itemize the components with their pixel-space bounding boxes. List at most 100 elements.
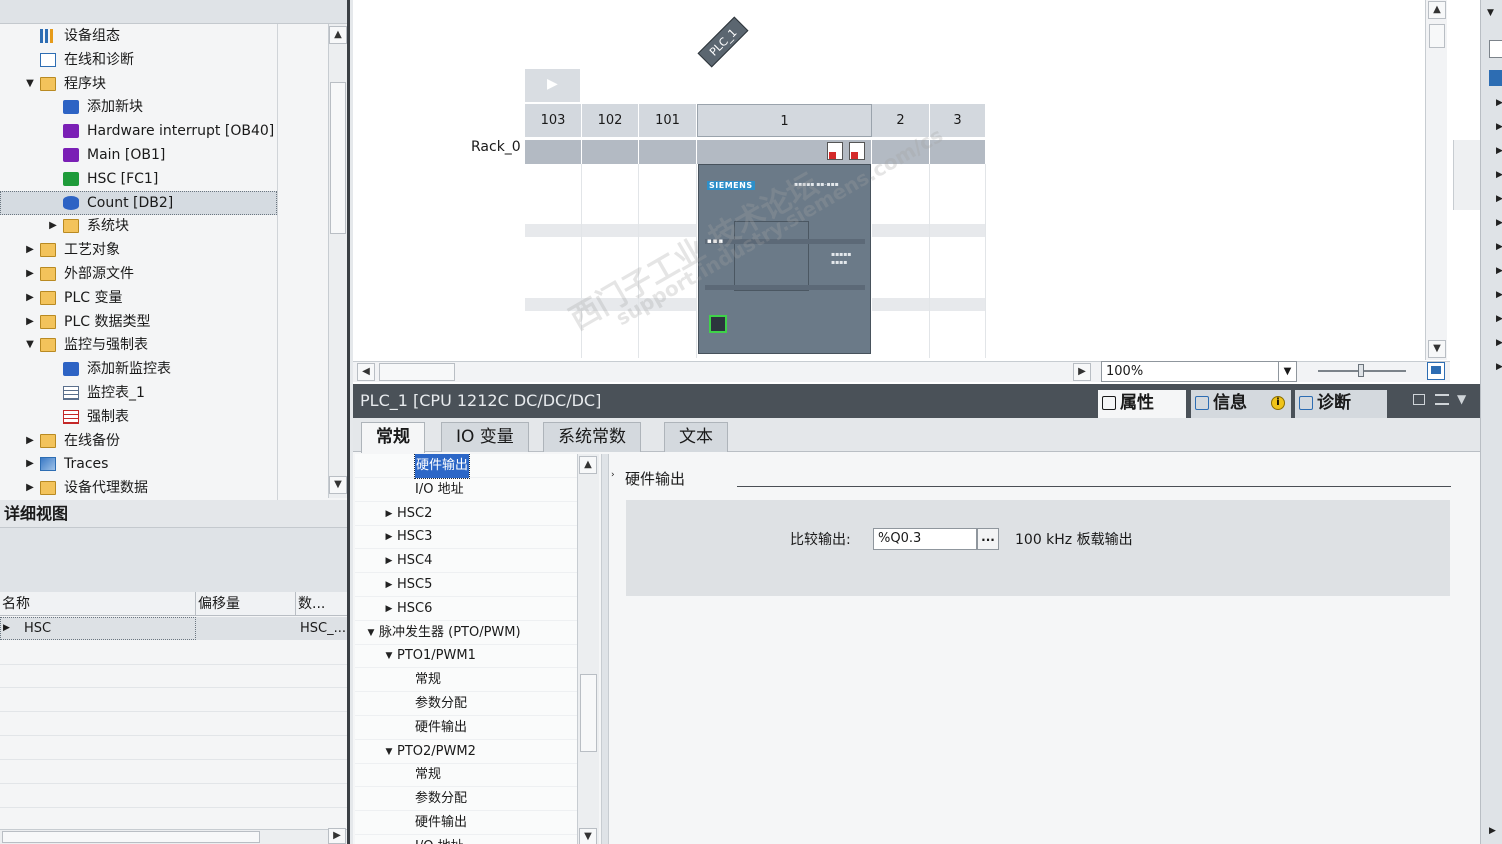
nav-item[interactable]: 硬件输出 xyxy=(355,716,577,740)
zoom-slider[interactable] xyxy=(1318,364,1406,377)
expand-arrow-icon[interactable]: ▶ xyxy=(24,310,36,334)
slot-header[interactable]: 103 xyxy=(525,104,582,137)
zoom-select[interactable]: 100% ▼ xyxy=(1101,361,1297,382)
collapse-window-icon[interactable]: ▼ xyxy=(1457,392,1466,406)
chevron-right-icon[interactable]: › xyxy=(611,470,615,480)
tree-item[interactable]: ▶ PLC 变量 xyxy=(0,286,277,310)
scroll-left-button[interactable]: ◀ xyxy=(357,363,375,381)
expand-arrow-icon[interactable]: ▶ xyxy=(383,502,395,526)
browse-address-button[interactable]: ... xyxy=(977,528,999,550)
tree-item[interactable]: Hardware interrupt [OB40] xyxy=(0,119,277,143)
tree-item[interactable]: Count [DB2] xyxy=(0,190,277,215)
tree-item[interactable]: Main [OB1] xyxy=(0,143,277,167)
slot-header[interactable]: 3 xyxy=(930,104,986,137)
rack-expand-button[interactable]: ▶ xyxy=(525,69,581,102)
checkbox-icon[interactable] xyxy=(1489,70,1502,86)
scroll-up-button[interactable]: ▲ xyxy=(579,456,597,474)
tab-diagnostics[interactable]: 诊断 xyxy=(1295,390,1387,418)
scroll-up-button[interactable]: ▲ xyxy=(329,26,347,44)
hardware-catalog-tab[interactable] xyxy=(1453,140,1480,210)
panel-splitter[interactable] xyxy=(601,454,609,844)
slot-header[interactable]: 102 xyxy=(582,104,639,137)
expand-arrow-icon[interactable]: ▶ xyxy=(24,286,36,310)
expand-arrow-icon[interactable]: ▶ xyxy=(24,476,36,500)
expand-arrow-icon[interactable]: ▶ xyxy=(383,549,395,573)
tab-io-tags[interactable]: IO 变量 xyxy=(441,422,529,452)
tree-item[interactable]: 强制表 xyxy=(0,405,277,429)
navigation-scrollbar[interactable]: ▲ ▼ xyxy=(577,454,599,844)
expand-arrow-icon[interactable]: ▶ xyxy=(24,262,36,286)
empty-slot[interactable] xyxy=(639,164,697,358)
chevron-down-icon[interactable]: ▼ xyxy=(1487,8,1494,18)
expand-arrow-icon[interactable]: ▶ xyxy=(383,597,395,621)
tree-item[interactable]: ▶ PLC 数据类型 xyxy=(0,310,277,334)
nav-item[interactable]: 常规 xyxy=(355,668,577,693)
chevron-right-icon[interactable]: ▶ xyxy=(1489,826,1496,836)
tree-item[interactable]: 监控表_1 xyxy=(0,381,277,405)
empty-slot[interactable] xyxy=(525,164,582,358)
tree-item[interactable]: ▼ 程序块 xyxy=(0,72,277,96)
tree-item[interactable]: ▼ 监控与强制表 xyxy=(0,333,277,357)
nav-item[interactable]: I/O 地址 xyxy=(355,478,577,502)
expand-arrow-icon[interactable]: ▶ xyxy=(47,214,59,238)
tab-info[interactable]: 信息 i xyxy=(1191,390,1291,418)
nav-item[interactable]: ▼ PTO1/PWM1 xyxy=(355,644,577,669)
chevron-right-icon[interactable]: ▶ xyxy=(1496,194,1502,204)
table-row[interactable]: ▶ HSC HSC_... xyxy=(0,617,347,640)
column-name-header[interactable]: 名称 xyxy=(0,592,196,616)
float-window-icon[interactable] xyxy=(1413,394,1425,405)
tree-item[interactable]: 添加新监控表 xyxy=(0,357,277,381)
nav-item[interactable]: ▶ HSC5 xyxy=(355,573,577,597)
detail-horizontal-scrollbar[interactable]: ▶ xyxy=(0,828,347,844)
scroll-thumb[interactable] xyxy=(1429,24,1445,48)
tree-item[interactable]: HSC [FC1] xyxy=(0,167,277,191)
chevron-right-icon[interactable]: ▶ xyxy=(1496,146,1502,156)
maximize-window-icon[interactable] xyxy=(1435,394,1449,405)
empty-slot[interactable] xyxy=(582,164,639,358)
nav-item[interactable]: 硬件输出 xyxy=(355,811,577,835)
collapse-arrow-icon[interactable]: ▼ xyxy=(24,72,36,96)
tree-item[interactable]: ▶ 设备代理数据 xyxy=(0,476,277,500)
nav-item[interactable]: I/O 地址 xyxy=(355,835,577,844)
nav-item[interactable]: ▶ HSC3 xyxy=(355,525,577,550)
empty-slot[interactable] xyxy=(872,164,930,358)
tree-item[interactable]: ▶ 外部源文件 xyxy=(0,262,277,286)
tab-texts[interactable]: 文本 xyxy=(664,422,728,452)
column-data-header[interactable]: 数... xyxy=(296,592,347,616)
nav-item[interactable]: ▶ HSC2 xyxy=(355,502,577,526)
collapse-arrow-icon[interactable]: ▼ xyxy=(24,333,36,357)
scroll-thumb[interactable] xyxy=(330,82,346,234)
nav-item[interactable]: ▼ 脉冲发生器 (PTO/PWM) xyxy=(355,621,577,645)
tree-item[interactable]: ▶ 工艺对象 xyxy=(0,238,277,262)
tree-item[interactable]: 设备组态 xyxy=(0,24,277,48)
expand-arrow-icon[interactable]: ▶ xyxy=(383,525,395,549)
chevron-right-icon[interactable]: ▶ xyxy=(1496,266,1502,276)
cpu-module[interactable]: SIEMENS ▪▪▪▪▪ ▪▪-▪▪▪ ▪▪▪ ▪▪▪▪▪ ▪▪▪▪ xyxy=(698,164,871,354)
chevron-right-icon[interactable]: ▶ xyxy=(1496,98,1502,108)
tree-item[interactable]: 添加新块 xyxy=(0,95,277,119)
scroll-right-button[interactable]: ▶ xyxy=(328,828,346,844)
plc-name-tag[interactable]: PLC_1 xyxy=(697,16,749,68)
scroll-thumb[interactable] xyxy=(379,363,455,381)
empty-slot[interactable] xyxy=(930,164,986,358)
nav-item[interactable]: 参数分配 xyxy=(355,692,577,716)
chevron-right-icon[interactable]: ▶ xyxy=(1496,362,1502,372)
expand-arrow-icon[interactable]: ▶ xyxy=(383,573,395,597)
column-offset-header[interactable]: 偏移量 xyxy=(196,592,296,616)
nav-item[interactable]: 硬件输出 xyxy=(355,454,577,479)
chevron-right-icon[interactable]: ▶ xyxy=(1496,338,1502,348)
chevron-right-icon[interactable]: ▶ xyxy=(1496,170,1502,180)
tree-item[interactable]: ▶ Traces xyxy=(0,452,277,476)
scroll-down-button[interactable]: ▼ xyxy=(329,476,347,494)
nav-item[interactable]: 常规 xyxy=(355,763,577,788)
chevron-right-icon[interactable]: ▶ xyxy=(1496,122,1502,132)
project-tree-scrollbar[interactable]: ▲ ▼ xyxy=(328,24,347,498)
device-vertical-scrollbar[interactable]: ▲ ▼ xyxy=(1425,0,1447,360)
collapse-arrow-icon[interactable]: ▼ xyxy=(365,621,377,645)
network-port-icon[interactable] xyxy=(849,142,865,160)
collapse-arrow-icon[interactable]: ▼ xyxy=(383,740,395,764)
tab-system-constants[interactable]: 系统常数 xyxy=(543,422,641,452)
tab-properties[interactable]: 属性 xyxy=(1098,390,1186,418)
scroll-thumb[interactable] xyxy=(2,831,260,843)
nav-item[interactable]: ▼ PTO2/PWM2 xyxy=(355,740,577,764)
